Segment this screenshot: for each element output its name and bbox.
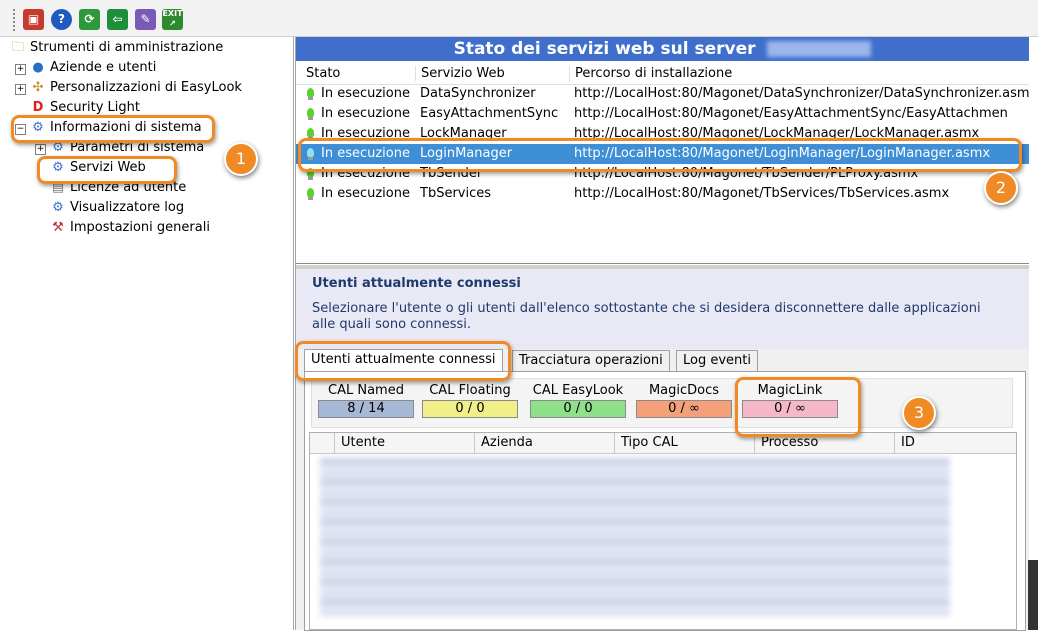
refresh-icon[interactable]: ⟳ — [79, 9, 100, 30]
status-bulb-icon — [307, 128, 314, 140]
puzzle-icon: ✣ — [32, 79, 44, 95]
tree-item-label: Security Light — [50, 100, 140, 115]
service-row[interactable]: In esecuzione TbServices http://LocalHos… — [296, 184, 1029, 204]
highlight-loginmanager — [298, 138, 1022, 172]
cal-label: CAL Floating — [429, 383, 511, 398]
column-servizio-web[interactable]: Servizio Web — [415, 66, 505, 81]
service-name: TbServices — [420, 186, 492, 201]
server-icon[interactable]: ▣ — [23, 9, 44, 30]
tree-root-label: Strumenti di amministrazione — [30, 40, 224, 55]
expand-icon[interactable]: + — [15, 64, 26, 75]
service-name: EasyAttachmentSync — [420, 106, 559, 121]
cal-named: CAL Named 8 / 14 — [318, 383, 414, 418]
gear-icon: ⚙ — [52, 199, 64, 215]
cal-label: CAL EasyLook — [532, 383, 624, 398]
column-azienda[interactable]: Azienda — [474, 433, 614, 453]
services-header: Stato Servizio Web Percorso di installaz… — [296, 63, 1029, 85]
tools-icon: ⚒ — [52, 219, 64, 235]
exit-icon[interactable]: EXIT ↗ — [162, 9, 183, 30]
exit-label: EXIT — [162, 9, 183, 18]
users-grid-header: Utente Azienda Tipo CAL Processo ID — [310, 433, 1016, 454]
cal-label: MagicDocs — [648, 383, 720, 398]
callout-badge-3: 3 — [902, 396, 936, 430]
service-row[interactable]: In esecuzione EasyAttachmentSync http://… — [296, 104, 1029, 124]
tree-root[interactable]: 🗀 Strumenti di amministrazione — [10, 38, 223, 58]
users-panel-description: Selezionare l'utente o gli utenti dall'e… — [312, 301, 981, 332]
users-panel-title: Utenti attualmente connessi — [312, 276, 521, 291]
service-path: http://LocalHost:80/Magonet/EasyAttachme… — [574, 106, 1008, 121]
cal-floating: CAL Floating 0 / 0 — [422, 383, 518, 418]
cal-value: 0 / 0 — [422, 400, 518, 418]
service-status: In esecuzione — [321, 186, 410, 201]
window-edge — [1028, 560, 1038, 630]
redacted-server-name — [767, 41, 872, 57]
help-icon[interactable]: ? — [51, 9, 72, 30]
tree-item-visualizzatore-log[interactable]: ⚙ Visualizzatore log — [50, 198, 184, 218]
tabs-area: Utenti attualmente connessi Tracciatura … — [296, 349, 1029, 631]
cal-easylook: CAL EasyLook 0 / 0 — [530, 383, 626, 418]
service-row[interactable]: In esecuzione DataSynchronizer http://Lo… — [296, 84, 1029, 104]
tab-log-eventi[interactable]: Log eventi — [676, 350, 758, 371]
cal-label: CAL Named — [328, 383, 404, 398]
users-grid: Utente Azienda Tipo CAL Processo ID — [309, 432, 1017, 630]
cal-magicdocs: MagicDocs 0 / ∞ — [636, 383, 732, 418]
tree-item-personalizzazioni[interactable]: ✣ Personalizzazioni di EasyLook — [30, 78, 242, 98]
broom-icon[interactable]: ✎ — [135, 9, 156, 30]
users-panel: Utenti attualmente connessi Selezionare … — [296, 269, 1029, 631]
services-title: Stato dei servizi web sul server — [296, 37, 1029, 61]
highlight-informazioni — [11, 115, 215, 143]
cal-value: 0 / 0 — [530, 400, 626, 418]
tree-item-label: Impostazioni generali — [70, 220, 210, 235]
column-id[interactable]: ID — [894, 433, 1016, 453]
status-bulb-icon — [307, 108, 314, 120]
cal-value: 8 / 14 — [318, 400, 414, 418]
service-name: DataSynchronizer — [420, 86, 536, 101]
back-arrow-icon[interactable]: ⇦ — [107, 9, 128, 30]
column-stato[interactable]: Stato — [306, 66, 340, 81]
right-panel: Stato dei servizi web sul server Stato S… — [295, 37, 1029, 631]
column-utente[interactable]: Utente — [334, 433, 474, 453]
folder-icon: 🗀 — [11, 39, 25, 55]
column-tipo-cal[interactable]: Tipo CAL — [614, 433, 754, 453]
expand-icon[interactable]: + — [35, 144, 46, 155]
row-selector-header — [310, 433, 334, 453]
service-status: In esecuzione — [321, 106, 410, 121]
service-path: http://LocalHost:80/Magonet/DataSynchron… — [574, 86, 1029, 101]
status-bulb-icon — [307, 88, 314, 100]
highlight-tab-utenti — [295, 341, 511, 381]
callout-badge-2: 2 — [984, 171, 1018, 205]
tree-item-label: Aziende e utenti — [50, 60, 157, 75]
toolbar-grip — [13, 9, 17, 31]
tab-tracciatura[interactable]: Tracciatura operazioni — [512, 350, 670, 371]
security-icon: D — [32, 99, 44, 115]
redacted-user-rows — [320, 457, 950, 617]
column-percorso[interactable]: Percorso di installazione — [569, 66, 732, 81]
highlight-magiclink — [735, 377, 861, 437]
expand-icon[interactable]: + — [15, 84, 26, 95]
cal-value: 0 / ∞ — [636, 400, 732, 418]
tree-item-label: Personalizzazioni di EasyLook — [50, 80, 242, 95]
tree-item-impostazioni[interactable]: ⚒ Impostazioni generali — [50, 218, 210, 238]
tree-item-aziende[interactable]: ● Aziende e utenti — [30, 58, 156, 78]
callout-badge-1: 1 — [224, 142, 258, 176]
services-title-text: Stato dei servizi web sul server — [453, 39, 756, 59]
service-status: In esecuzione — [321, 86, 410, 101]
highlight-servizi-web — [37, 156, 177, 184]
service-path: http://LocalHost:80/Magonet/TbServices/T… — [574, 186, 950, 201]
globe-users-icon: ● — [32, 59, 44, 75]
status-bulb-icon — [307, 188, 314, 200]
toolbar: ▣ ? ⟳ ⇦ ✎ EXIT ↗ — [0, 0, 1038, 37]
tree-item-label: Visualizzatore log — [70, 200, 185, 215]
